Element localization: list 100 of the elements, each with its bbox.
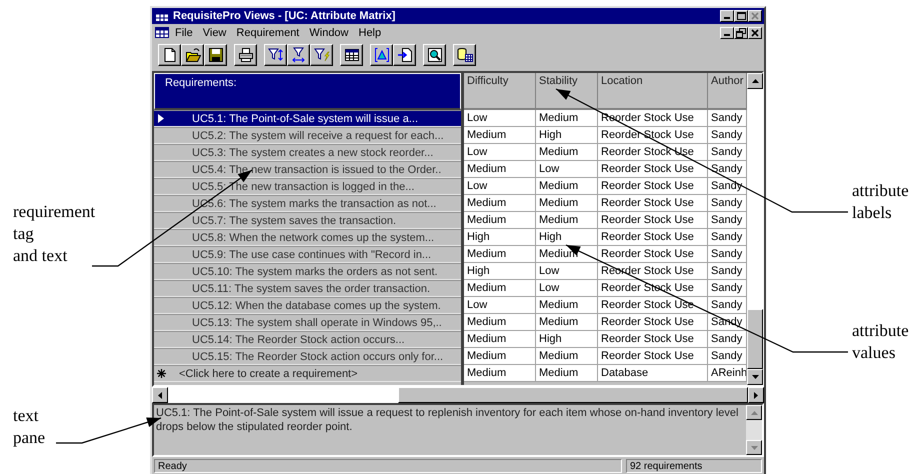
requirement-text: UC5.1: The Point-of-Sale system will issue a request to replenish inventory for each item whose on-hand inventory level drops below the stipulated reorder point. (155, 406, 740, 435)
database-icon (456, 47, 472, 63)
database-button[interactable] (453, 44, 476, 66)
requirement-row[interactable]: UC5.1: The Point-of-Sale system will issue a... (154, 110, 461, 127)
requirement-row[interactable]: <Click here to create a requirement> (154, 365, 461, 382)
requirement-row[interactable]: UC5.14: The Reorder Stock action occurs... (154, 331, 461, 348)
folder-icon (184, 47, 200, 63)
table-cell: Medium (536, 348, 598, 365)
minimize-icon (724, 17, 730, 19)
table-cell: Low (464, 297, 536, 314)
table-cell: Medium (464, 314, 536, 331)
table-cell: Low (536, 263, 598, 280)
requirement-row[interactable]: UC5.9: The use case continues with "Record in... (154, 246, 461, 263)
horizontal-scrollbar[interactable] (152, 387, 764, 403)
requirement-row[interactable]: UC5.3: The system creates a new stock reorder... (154, 144, 461, 161)
requirement-row[interactable]: UC5.2: The system will receive a request for each... (154, 127, 461, 144)
table-icon (155, 27, 169, 38)
trace-button[interactable] (370, 44, 393, 66)
table-cell: Low (464, 144, 536, 161)
import-button[interactable] (393, 44, 416, 66)
minimize-button[interactable] (720, 26, 734, 38)
table-cell: Medium (536, 365, 598, 382)
table-cell: Reorder Stock Use (598, 297, 708, 314)
document-arrow-icon (396, 47, 412, 63)
vertical-scrollbar[interactable] (746, 405, 762, 455)
table-cell: Reorder Stock Use (598, 246, 708, 263)
funnel-icon (290, 47, 306, 63)
table-cell: High (536, 331, 598, 348)
sort-filter-button[interactable] (264, 44, 287, 66)
minimize-button[interactable] (720, 10, 734, 22)
requirement-row[interactable]: UC5.11: The system saves the order transaction. (154, 280, 461, 297)
open-button[interactable] (181, 44, 204, 66)
table-cell: Sandy (708, 348, 748, 365)
table-cell: Medium (536, 195, 598, 212)
status-message: Ready (154, 459, 622, 473)
close-icon (750, 11, 760, 21)
table-cell: Sandy (708, 331, 748, 348)
table-cell: Medium (464, 161, 536, 178)
table-cell: Reorder Stock Use (598, 127, 708, 144)
vertical-scrollbar[interactable] (747, 73, 764, 385)
menu-item[interactable]: File (170, 26, 198, 38)
callout-label: text pane (13, 405, 46, 449)
menu-item[interactable]: View (198, 26, 232, 38)
table-cell: Reorder Stock Use (598, 348, 708, 365)
down-arrow-icon (750, 446, 758, 450)
table-cell: Medium (464, 365, 536, 382)
scrollbar-thumb[interactable] (747, 309, 764, 369)
table-cell: Reorder Stock Use (598, 229, 708, 246)
callout-label: attribute labels (852, 180, 909, 224)
requirement-row[interactable]: UC5.15: The Reorder Stock action occurs only for... (154, 348, 461, 365)
restore-button[interactable] (734, 26, 748, 38)
requirement-row[interactable]: UC5.12: When the database comes up the system. (154, 297, 461, 314)
table-cell: Sandy (708, 212, 748, 229)
grid-button[interactable] (340, 44, 363, 66)
requirement-row[interactable]: UC5.13: The system shall operate in Windows 95,.. (154, 314, 461, 331)
column-header[interactable]: Requirements: (154, 73, 461, 110)
table-cell: Sandy (708, 195, 748, 212)
query-filter-button[interactable] (310, 44, 333, 66)
triangle-icon (374, 47, 390, 63)
print-button[interactable] (234, 44, 257, 66)
asterisk-icon (156, 369, 166, 378)
table-cell: Reorder Stock Use (598, 144, 708, 161)
close-button[interactable] (748, 10, 762, 22)
requirement-row[interactable]: UC5.7: The system saves the transaction. (154, 212, 461, 229)
table-cell: High (536, 127, 598, 144)
range-filter-button[interactable] (287, 44, 310, 66)
table-cell: Medium (536, 144, 598, 161)
close-button[interactable] (748, 26, 762, 38)
requirement-row[interactable]: UC5.10: The system marks the orders as not sent. (154, 263, 461, 280)
requirement-row[interactable]: UC5.5: The new transaction is logged in the... (154, 178, 461, 195)
printer-icon (238, 47, 254, 63)
pointer-icon (158, 114, 164, 123)
table-cell: High (464, 229, 536, 246)
callout-label: requirement tag and text (13, 201, 96, 267)
find-button[interactable] (423, 44, 446, 66)
table-cell: Sandy (708, 280, 748, 297)
table-cell: Sandy (708, 110, 748, 127)
menu-item[interactable]: Help (354, 26, 386, 38)
table-cell: High (464, 263, 536, 280)
table-cell: Low (464, 110, 536, 127)
table-cell: Reorder Stock Use (598, 195, 708, 212)
down-arrow-icon (752, 375, 759, 379)
table-cell: Medium (464, 280, 536, 297)
left-arrow-icon (158, 392, 162, 398)
restore-icon (736, 28, 746, 38)
table-cell: Medium (464, 246, 536, 263)
menu-item[interactable]: Window (304, 26, 354, 38)
table-cell: Reorder Stock Use (598, 331, 708, 348)
table-cell: Sandy (708, 297, 748, 314)
menu-item[interactable]: Requirement (231, 26, 304, 38)
table-cell: Low (536, 161, 598, 178)
save-button[interactable] (204, 44, 227, 66)
window-title: RequisitePro Views - [UC: Attribute Matrix] (173, 10, 396, 22)
maximize-button[interactable] (734, 10, 748, 22)
scrollbar-thumb[interactable] (398, 387, 748, 403)
table-cell: Reorder Stock Use (598, 314, 708, 331)
table-cell: Database (598, 365, 708, 382)
requirement-row[interactable]: UC5.8: When the network comes up the system... (154, 229, 461, 246)
requirement-count: 92 requirements (626, 459, 762, 473)
new-button[interactable] (158, 44, 181, 66)
